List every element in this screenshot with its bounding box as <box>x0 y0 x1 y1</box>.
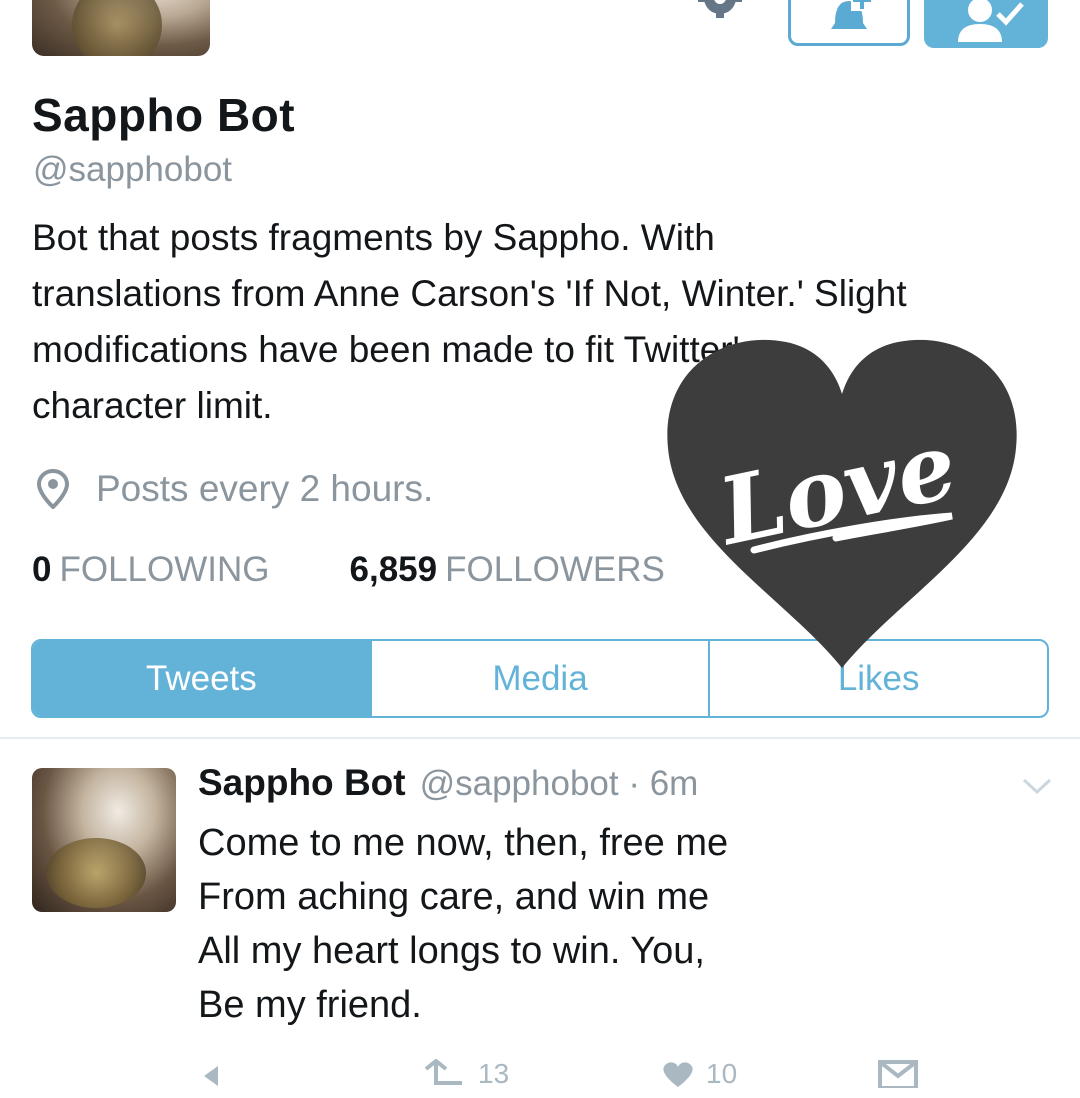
retweet-count: 13 <box>478 1058 510 1089</box>
tweet-text: Come to me now, then, free me From achin… <box>198 816 728 1032</box>
following-count: 0 <box>32 550 52 589</box>
chevron-down-icon[interactable] <box>1020 772 1054 800</box>
retweet-icon <box>424 1059 462 1085</box>
message-action[interactable] <box>876 1058 920 1088</box>
following-button[interactable] <box>924 0 1048 48</box>
profile-name: Sappho Bot <box>32 89 296 141</box>
message-icon <box>878 1060 918 1088</box>
bell-plus-icon <box>831 0 873 29</box>
tweet-header: Sappho Bot @sapphobot · 6m <box>198 762 698 804</box>
location-pin-icon <box>36 469 70 509</box>
tweet-actions: 13 10 <box>196 1058 936 1098</box>
profile-location: Posts every 2 hours. <box>36 468 433 510</box>
gear-icon[interactable] <box>690 0 750 36</box>
following-label: FOLLOWING <box>59 550 270 589</box>
tweet-author-handle: @sapphobot · 6m <box>419 764 699 803</box>
tab-tweets[interactable]: Tweets <box>33 641 370 716</box>
tweet-author-name[interactable]: Sappho Bot <box>198 762 406 804</box>
like-count: 10 <box>706 1058 738 1089</box>
heart-icon <box>663 1062 693 1087</box>
profile-stats: 0 FOLLOWING 6,859 FOLLOWERS <box>32 550 665 590</box>
followers-label: FOLLOWERS <box>445 550 665 589</box>
tab-media[interactable]: Media <box>369 641 709 716</box>
divider <box>0 737 1080 739</box>
reply-action[interactable] <box>200 1062 240 1092</box>
followers-count: 6,859 <box>349 550 438 589</box>
person-check-icon <box>958 0 1024 42</box>
bio-line: translations from Anne Carson's 'If Not,… <box>32 273 907 314</box>
reply-icon <box>204 1066 218 1086</box>
location-text: Posts every 2 hours. <box>96 468 434 509</box>
following-stat[interactable]: 0 FOLLOWING <box>32 550 270 590</box>
followers-stat[interactable]: 6,859 FOLLOWERS <box>350 550 665 590</box>
like-action[interactable]: 10 <box>658 1058 737 1090</box>
tweet-line: Come to me now, then, free me <box>198 822 729 864</box>
profile-handle: @sapphobot <box>33 150 233 189</box>
tweet-line: From aching care, and win me <box>198 876 710 918</box>
bio-line: Bot that posts fragments by Sappho. With <box>32 217 715 258</box>
tweet-line: Be my friend. <box>198 984 422 1026</box>
love-heart-sticker: Love <box>667 339 1017 668</box>
retweet-action[interactable]: 13 <box>422 1058 509 1090</box>
notifications-button[interactable] <box>788 0 910 46</box>
tweet-line: All my heart longs to win. You, <box>198 930 705 972</box>
profile-avatar[interactable] <box>32 0 210 56</box>
tweet-avatar[interactable] <box>32 768 176 912</box>
